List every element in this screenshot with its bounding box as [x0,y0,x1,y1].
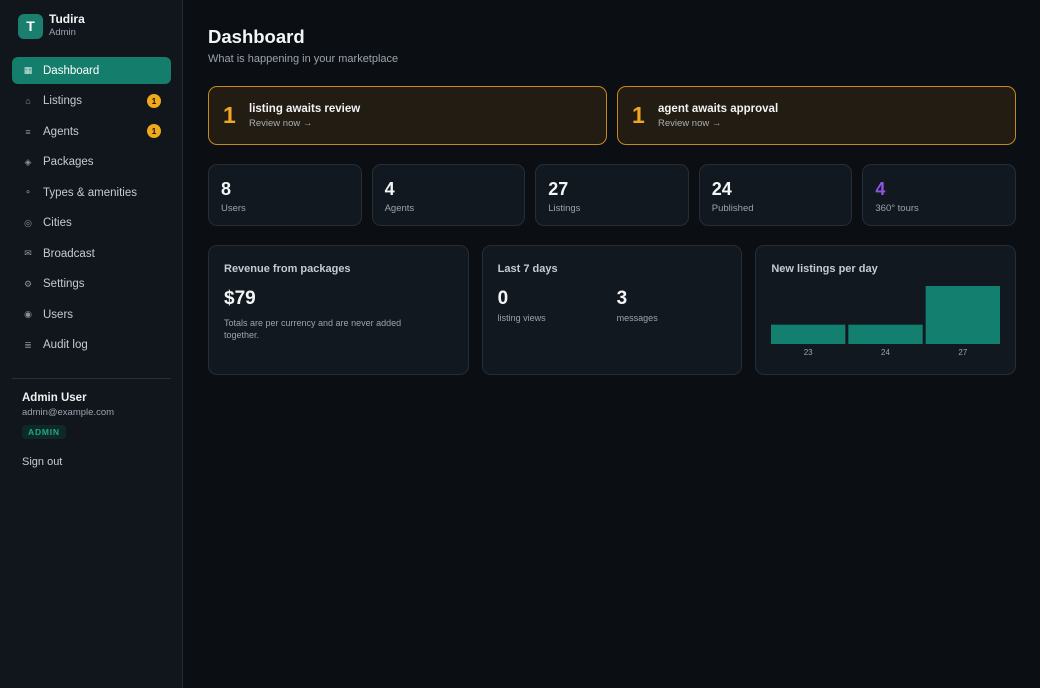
stat-card-tours: 4 360° tours [862,164,1016,226]
alert-listing-review[interactable]: 1 listing awaits review Review now → [208,86,607,145]
bar-23 [771,324,846,344]
alert-title: listing awaits review [249,102,361,115]
kpi-messages: 3 messages [617,288,658,323]
sidebar-item-types-amenities[interactable]: ⚬ Types & amenities [12,179,171,206]
brand[interactable]: T Tudira Admin [18,13,85,39]
stat-value: 4 [384,179,395,199]
stat-value: 24 [711,179,732,199]
sidebar-item-listings[interactable]: ⌂ Listings 1 [12,88,171,115]
user-icon: ◉ [24,309,32,319]
stat-value: 4 [875,179,886,199]
kpi-value: 3 [616,288,628,309]
stat-value: 8 [221,179,232,199]
user-email: admin@example.com [22,407,115,418]
stat-label: Published [711,203,754,214]
sidebar-item-label: Settings [43,278,85,290]
alert-count: 1 [223,102,236,128]
user-block: Admin User admin@example.com ADMIN [22,392,114,440]
x-tick-label: 23 [804,348,813,357]
kpi-value: 0 [497,288,509,309]
home-icon: ⌂ [25,96,31,106]
sidebar-item-label: Dashboard [43,64,100,77]
kpi-label: messages [616,313,658,323]
sidebar-item-label: Broadcast [43,247,95,260]
sidebar-item-label: Packages [43,156,94,168]
new-listings-chart: 23 24 27 [771,286,1001,357]
sidebar-item-label: Types & amenities [43,186,137,199]
revenue-panel: Revenue from packages $79 Totals are per… [208,245,469,375]
count-badge: 1 [147,93,161,108]
sidebar: T Tudira Admin ▦ Dashboard ⌂ Listings 1 ≡ Agen… [0,0,183,688]
bar-24 [848,324,924,344]
list-icon: ≡ [25,126,31,137]
review-now-link[interactable]: Review now → [249,118,360,129]
sidebar-item-cities[interactable]: ◎ Cities [12,210,171,237]
sidebar-item-broadcast[interactable]: ✉ Broadcast [12,240,171,267]
dashboard-icon: ▦ [23,65,33,75]
stat-card-listings: 27 Listings [535,164,689,226]
sidebar-item-label: Audit log [43,339,88,351]
log-icon: ≣ [24,339,32,350]
sidebar-item-dashboard[interactable]: ▦ Dashboard [12,57,171,84]
kpi-label: listing views [497,313,546,323]
x-tick-label: 24 [881,348,890,357]
stat-label: Listings [548,203,581,214]
alert-agent-approval[interactable]: 1 agent awaits approval Review now → [617,86,1016,145]
brand-text: Tudira Admin [49,13,85,39]
sidebar-item-label: Cities [43,217,72,229]
panels-row: Revenue from packages $79 Totals are per… [208,245,1017,375]
sidebar-nav: ▦ Dashboard ⌂ Listings 1 ≡ Agents 1 ◈ Packages ⚬ Ty… [12,57,171,362]
sidebar-item-users[interactable]: ◉ Users [12,301,171,328]
sidebar-divider [12,378,171,379]
stat-label: 360° tours [875,203,919,214]
stat-card-users: 8 Users [208,164,362,226]
count-badge: 1 [147,124,161,138]
revenue-note: Totals are per currency and are never ad… [224,318,402,340]
kpi-listing-views: 0 listing views [498,288,546,323]
role-badge: ADMIN [22,425,66,439]
alert-count: 1 [632,102,645,128]
last-7-days-panel: Last 7 days 0 listing views 3 messages [481,245,743,375]
review-now-link[interactable]: Review now → [658,118,778,129]
x-tick-label: 27 [959,348,968,357]
stat-card-agents: 4 Agents [371,164,526,226]
gear-icon: ⚙ [23,278,33,289]
diamond-icon: ◈ [24,156,32,167]
new-listings-panel: New listings per day 23 24 27 [755,245,1017,375]
brand-name: Tudira [49,12,85,26]
stat-card-published: 24 Published [698,164,853,226]
panel-title: Revenue from packages [224,263,351,275]
page-title: Dashboard [208,26,305,47]
stat-value: 27 [548,179,569,199]
stat-label: Agents [384,203,415,214]
page-subtitle: What is happening in your marketplace [208,53,399,65]
sidebar-item-label: Listings [43,95,82,107]
revenue-value: $79 [224,288,256,309]
mail-icon: ✉ [24,248,32,258]
brand-logo: T [18,13,43,39]
panel-title: Last 7 days [497,263,558,275]
tag-icon: ⚬ [24,187,32,197]
bar-27 [926,286,1001,344]
alert-title: agent awaits approval [658,102,779,115]
stat-label: Users [221,203,246,214]
city-icon: ◎ [24,217,32,228]
sidebar-item-settings[interactable]: ⚙ Settings [12,271,171,298]
brand-role: Admin [49,27,76,38]
sidebar-item-label: Agents [43,125,79,138]
sidebar-item-audit-log[interactable]: ≣ Audit log [12,332,171,359]
alerts-row: 1 listing awaits review Review now → 1 a… [208,86,1016,145]
alert-text: listing awaits review Review now → [249,103,360,129]
alert-text: agent awaits approval Review now → [658,103,778,129]
sidebar-item-packages[interactable]: ◈ Packages [12,149,171,176]
sidebar-item-agents[interactable]: ≡ Agents 1 [12,118,171,145]
stats-row: 8 Users 4 Agents 27 Listings 24 Publishe… [208,164,1016,226]
sidebar-item-label: Users [43,308,74,321]
sign-out-link[interactable]: Sign out [22,456,62,468]
user-name: Admin User [22,392,87,404]
